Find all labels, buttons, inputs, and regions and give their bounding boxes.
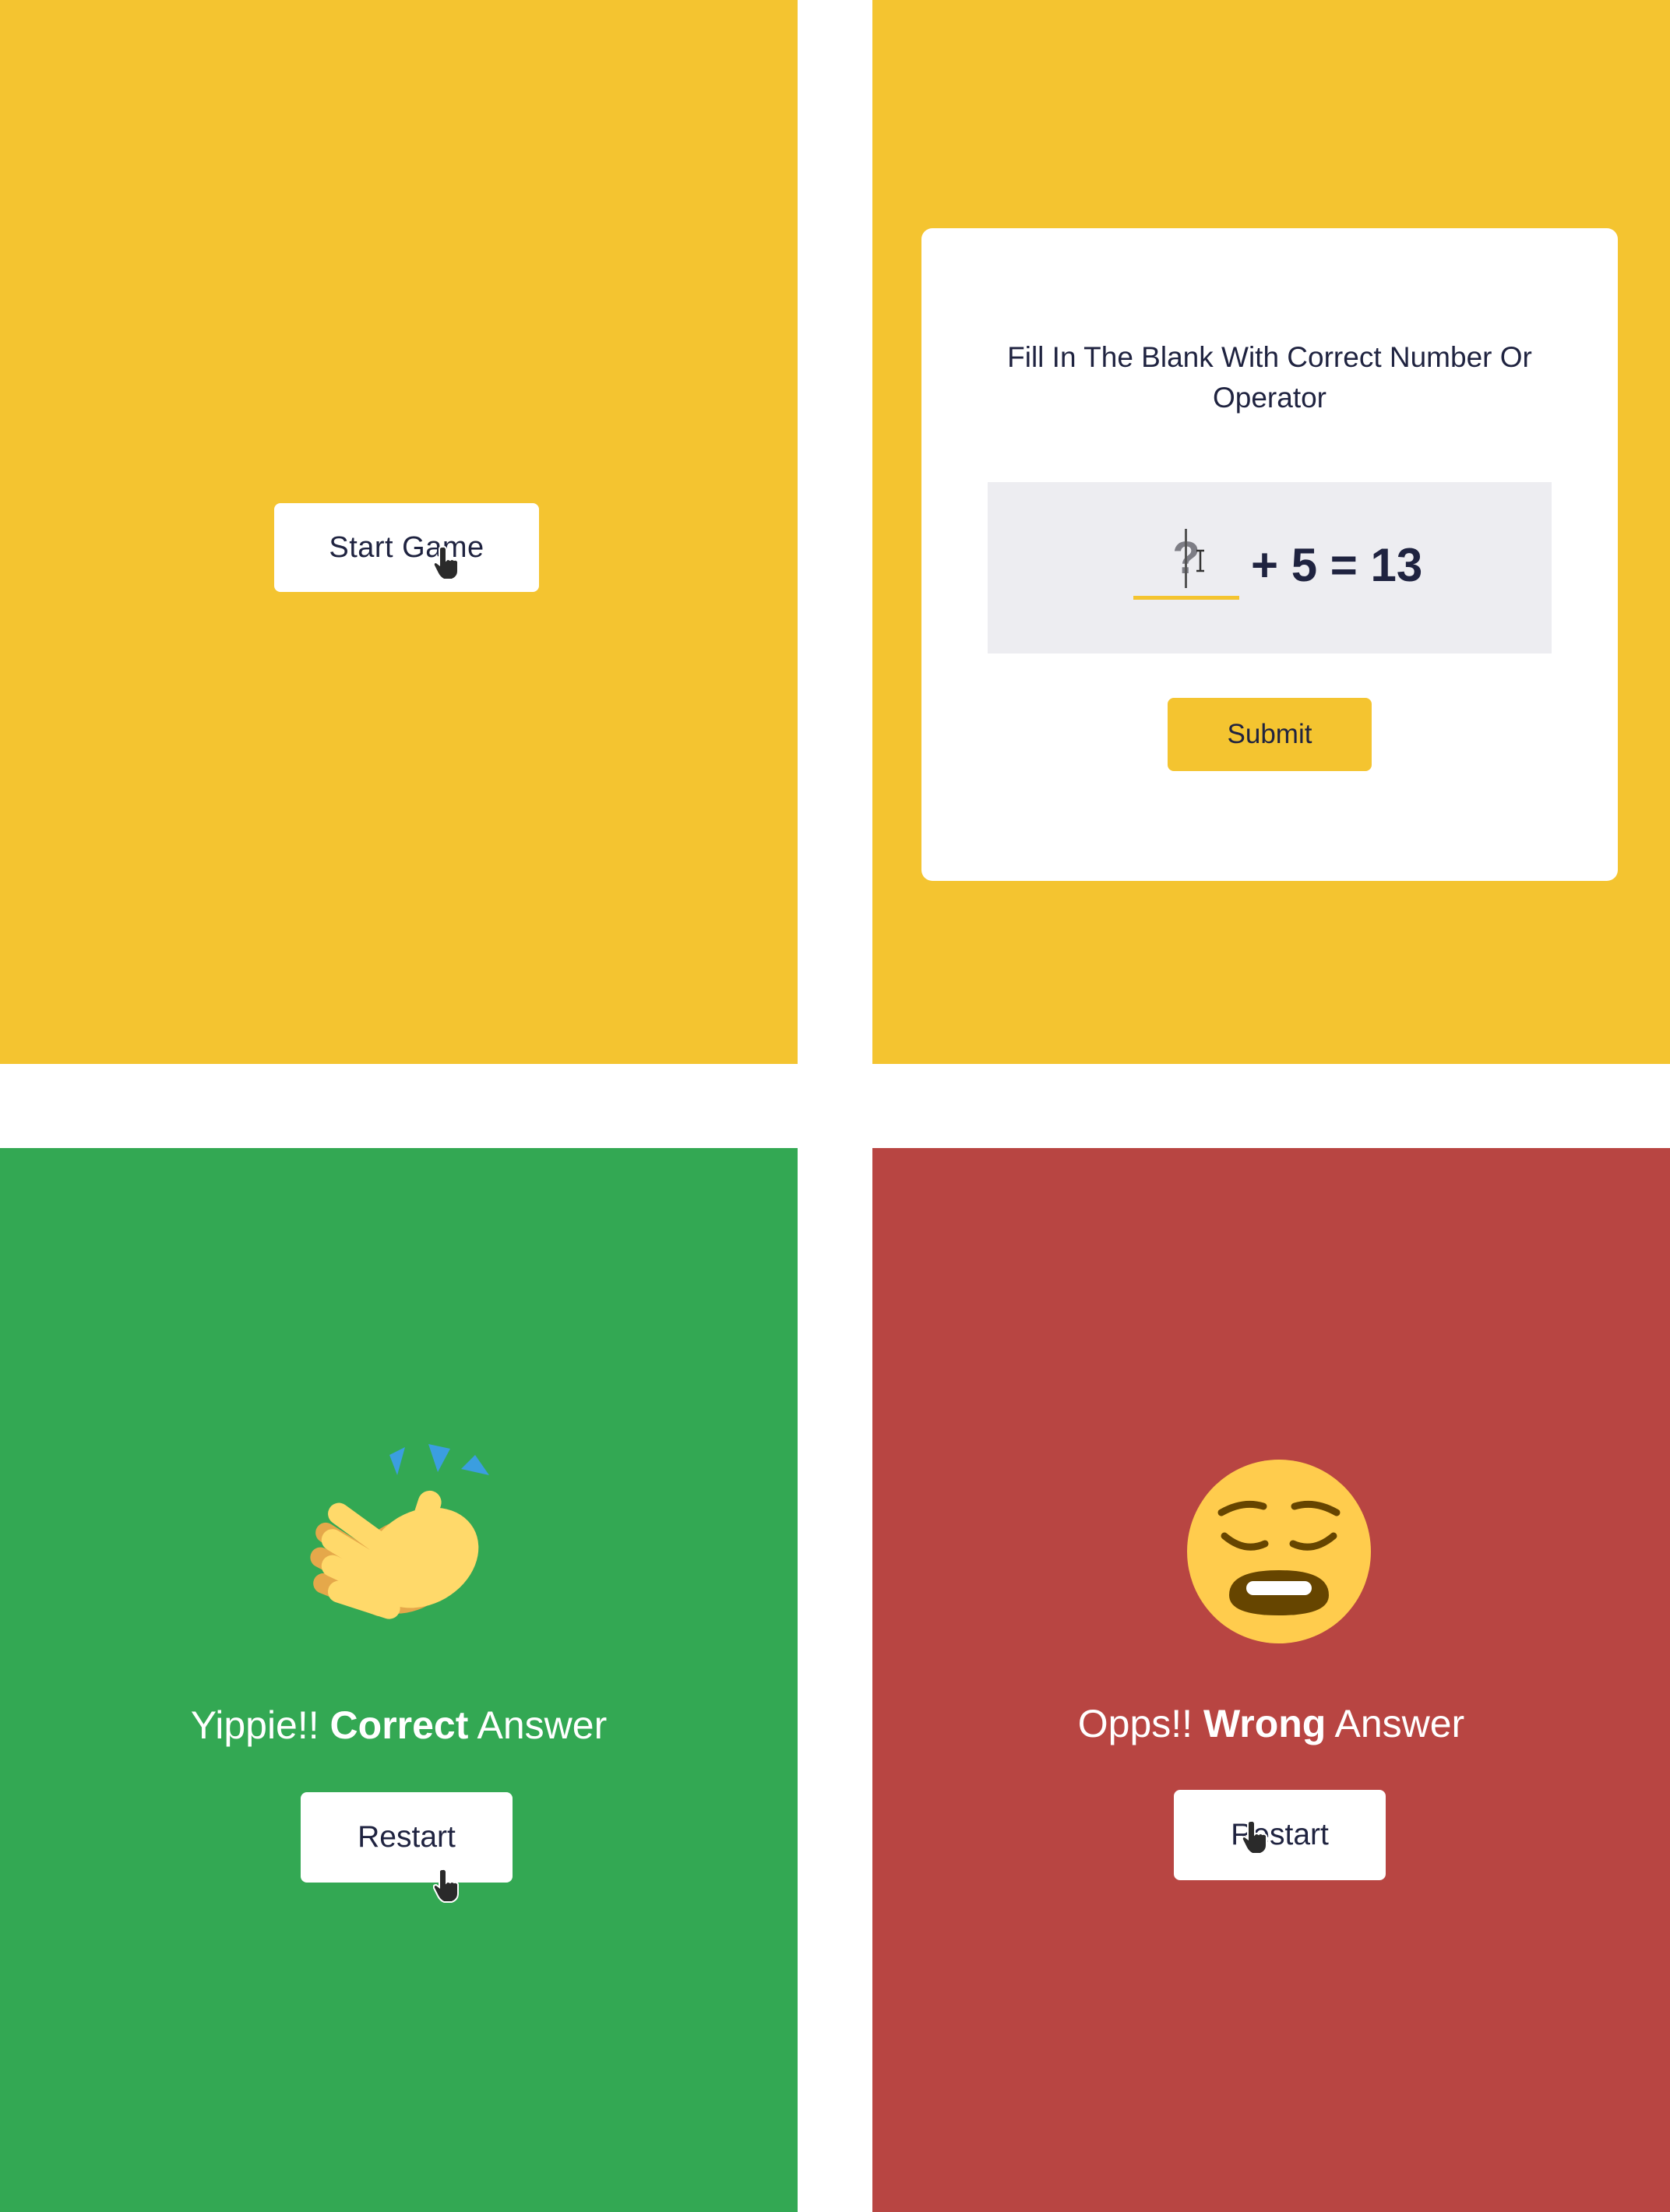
submit-button[interactable]: Submit [1168,698,1372,771]
wrong-message-bold: Wrong [1203,1702,1326,1745]
wrong-answer-screen: Opps!! Wrong Answer Restart [872,1148,1670,2212]
clapping-hands-icon [310,1444,489,1619]
submit-label: Submit [1227,719,1312,749]
wrong-message-prefix: Opps!! [1077,1702,1203,1745]
correct-message-prefix: Yippie!! [190,1703,330,1747]
correct-message: Yippie!! Correct Answer [0,1703,798,1748]
restart-label: Restart [1231,1818,1329,1851]
equation-box: + 5 = 13 [988,482,1552,653]
start-game-label: Start Game [329,530,484,564]
wrong-message: Opps!! Wrong Answer [872,1701,1670,1746]
wrong-message-suffix: Answer [1326,1702,1465,1745]
correct-answer-screen: Yippie!! Correct Answer Restart [0,1148,798,2212]
correct-message-bold: Correct [329,1703,469,1747]
correct-message-suffix: Answer [468,1703,608,1747]
weary-face-icon [1187,1460,1371,1643]
restart-button-correct[interactable]: Restart [301,1792,513,1883]
instruction-text: Fill In The Blank With Correct Number Or… [1007,341,1532,414]
question-card: Fill In The Blank With Correct Number Or… [921,228,1618,881]
text-caret [1185,529,1187,588]
restart-label: Restart [358,1820,456,1854]
game-screen: Fill In The Blank With Correct Number Or… [872,0,1670,1064]
start-game-button[interactable]: Start Game [274,503,539,592]
restart-button-wrong[interactable]: Restart [1174,1790,1386,1880]
equation-text: + 5 = 13 [1251,539,1423,591]
start-screen: Start Game [0,0,798,1064]
text-cursor-icon [1196,549,1204,572]
